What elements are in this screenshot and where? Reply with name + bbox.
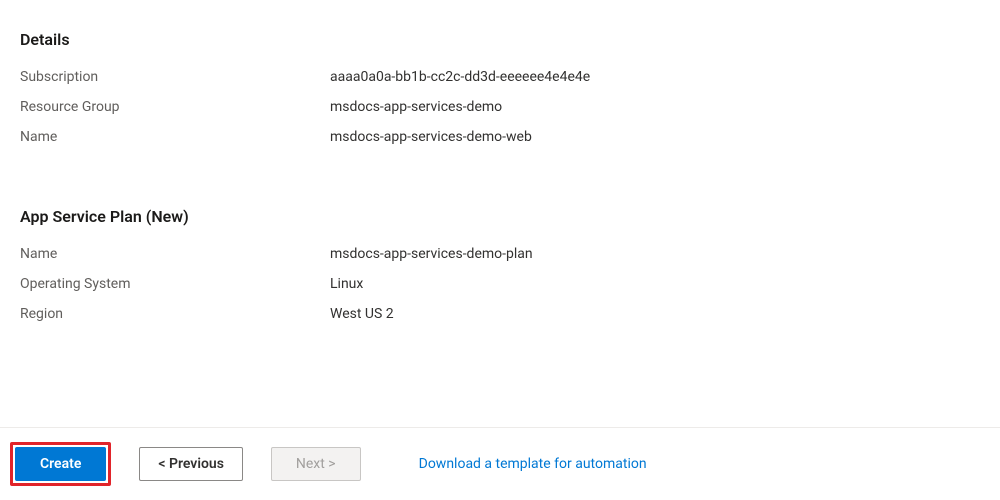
download-template-link[interactable]: Download a template for automation [419,456,647,472]
wizard-footer: Create < Previous Next > Download a temp… [0,427,1000,500]
detail-value: aaaa0a0a-bb1b-cc2c-dd3d-eeeeee4e4e4e [330,67,590,87]
next-button: Next > [271,447,361,481]
plan-label: Region [20,304,330,324]
plan-row-os: Operating System Linux [20,274,980,294]
details-section: Details Subscription aaaa0a0a-bb1b-cc2c-… [20,30,980,147]
plan-value: Linux [330,274,363,294]
details-heading: Details [20,30,980,49]
plan-row-name: Name msdocs-app-services-demo-plan [20,244,980,264]
create-button[interactable]: Create [15,447,106,481]
plan-label: Name [20,244,330,264]
previous-button[interactable]: < Previous [139,447,243,481]
detail-label: Subscription [20,67,330,87]
detail-label: Name [20,127,330,147]
plan-value: msdocs-app-services-demo-plan [330,244,533,264]
plan-value: West US 2 [330,304,394,324]
detail-row-resource-group: Resource Group msdocs-app-services-demo [20,97,980,117]
app-service-plan-section: App Service Plan (New) Name msdocs-app-s… [20,207,980,324]
plan-row-region: Region West US 2 [20,304,980,324]
detail-label: Resource Group [20,97,330,117]
plan-heading: App Service Plan (New) [20,207,980,226]
detail-row-subscription: Subscription aaaa0a0a-bb1b-cc2c-dd3d-eee… [20,67,980,87]
create-button-highlight: Create [10,442,111,486]
detail-value: msdocs-app-services-demo-web [330,127,532,147]
plan-label: Operating System [20,274,330,294]
detail-row-name: Name msdocs-app-services-demo-web [20,127,980,147]
detail-value: msdocs-app-services-demo [330,97,502,117]
